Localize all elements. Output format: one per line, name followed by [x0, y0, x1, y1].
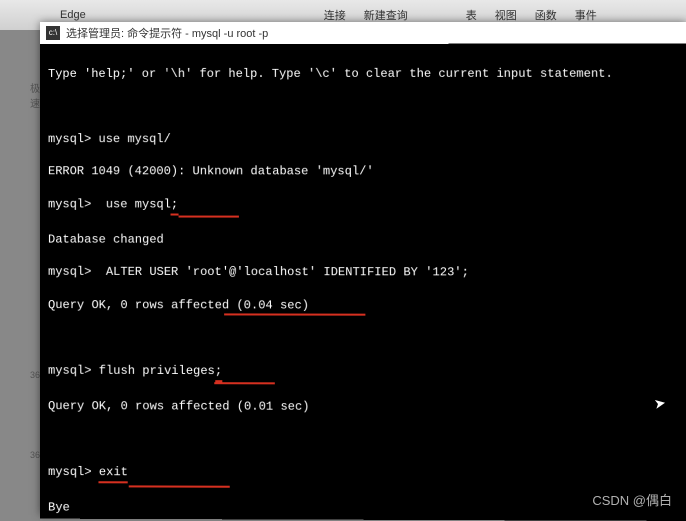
terminal-line: mysql> ALTER USER 'root'@'localhost' IDE…	[48, 264, 684, 281]
cmd-icon: c:\	[46, 26, 60, 40]
terminal-line	[48, 98, 682, 114]
window-titlebar[interactable]: c:\ 选择管理员: 命令提示符 - mysql -u root -p	[40, 22, 686, 44]
window-title: 选择管理员: 命令提示符 - mysql -u root -p	[66, 25, 268, 41]
toolbar-item[interactable]: 视图	[495, 7, 517, 23]
terminal-line: Query OK, 0 rows affected (0.04 sec)	[48, 297, 684, 314]
cmd-window: c:\ 选择管理员: 命令提示符 - mysql -u root -p Type…	[40, 22, 686, 515]
terminal-line: Query OK, 0 rows affected (0.01 sec)	[48, 398, 686, 416]
terminal-line: mysql> exit	[48, 464, 686, 486]
terminal-line: Type 'help;' or '\h' for help. Type '\c'…	[48, 66, 682, 82]
toolbar-item[interactable]: 函数	[535, 7, 557, 23]
watermark-text: CSDN @偶白	[592, 490, 672, 509]
terminal-line: Database changed	[48, 232, 684, 249]
terminal-line: Bye	[48, 499, 686, 518]
side-text: 速	[30, 95, 40, 110]
toolbar-item[interactable]: 表	[466, 7, 477, 23]
terminal-output[interactable]: Type 'help;' or '\h' for help. Type '\c'…	[40, 44, 686, 521]
side-text: 极	[30, 80, 40, 95]
toolbar-item[interactable]: 新建查询	[364, 7, 408, 23]
terminal-line: mysql> flush privileges;	[48, 362, 685, 383]
terminal-line: ERROR 1049 (42000): Unknown database 'my…	[48, 163, 683, 180]
toolbar-item[interactable]: Edge	[60, 9, 86, 21]
terminal-line: mysql> use mysql/	[48, 131, 683, 147]
terminal-line	[48, 329, 685, 347]
toolbar-item[interactable]: 事件	[575, 7, 597, 23]
toolbar-item[interactable]: 连接	[324, 7, 346, 23]
terminal-line: mysql> use mysql;	[48, 196, 683, 216]
terminal-line	[48, 431, 686, 449]
